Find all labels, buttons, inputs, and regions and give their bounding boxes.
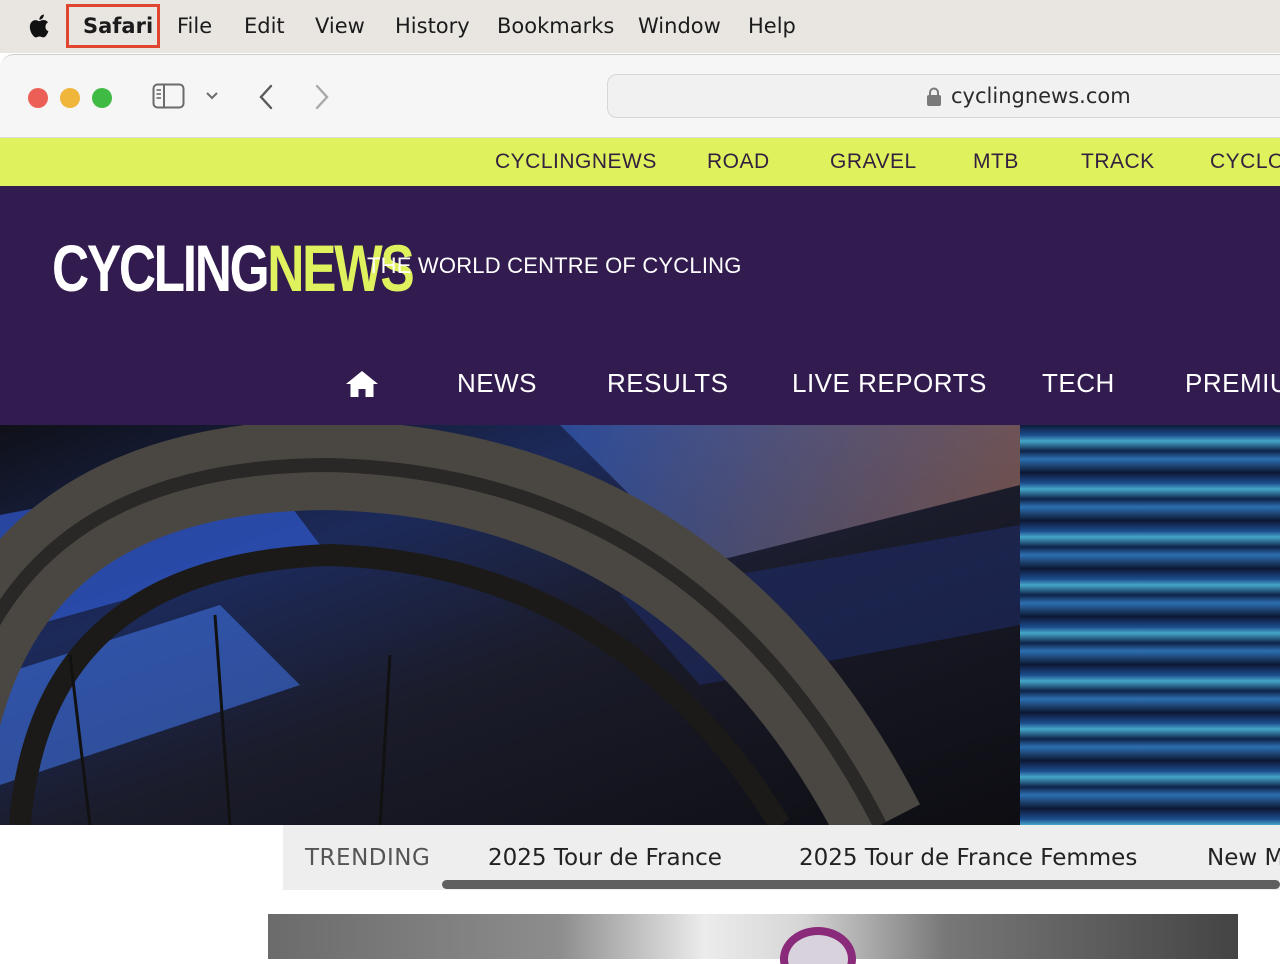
mainnav-live-reports[interactable]: LIVE REPORTS bbox=[792, 368, 987, 399]
mainnav-results[interactable]: RESULTS bbox=[607, 368, 729, 399]
menu-safari[interactable]: Safari bbox=[83, 0, 153, 53]
trending-link[interactable]: 2025 Tour de France bbox=[488, 845, 722, 871]
hero-ad-side-image[interactable] bbox=[1020, 425, 1280, 825]
topnav-track[interactable]: TRACK bbox=[1081, 138, 1155, 186]
mainnav-news[interactable]: NEWS bbox=[457, 368, 537, 399]
menu-bookmarks[interactable]: Bookmarks bbox=[497, 0, 614, 53]
browser-toolbar: cyclingnews.com bbox=[0, 54, 1280, 138]
address-bar[interactable]: cyclingnews.com bbox=[607, 74, 1280, 118]
menu-file[interactable]: File bbox=[177, 0, 212, 53]
hero-ad-image[interactable] bbox=[0, 425, 1020, 825]
close-window-button[interactable] bbox=[28, 88, 48, 108]
topnav-gravel[interactable]: GRAVEL bbox=[830, 138, 917, 186]
topnav-cyclingnews[interactable]: CYCLINGNEWS bbox=[495, 138, 657, 186]
trending-scrollbar[interactable] bbox=[442, 880, 1280, 889]
mainnav-premium[interactable]: PREMIU bbox=[1185, 368, 1280, 399]
chevron-down-icon[interactable] bbox=[205, 91, 219, 101]
site-tagline: THE WORLD CENTRE OF CYCLING bbox=[367, 253, 742, 278]
menu-history[interactable]: History bbox=[395, 0, 470, 53]
mainnav-tech[interactable]: TECH bbox=[1042, 368, 1115, 399]
logo-text-cycling: CYCLING bbox=[52, 231, 270, 305]
menu-view[interactable]: View bbox=[315, 0, 365, 53]
zoom-window-button[interactable] bbox=[92, 88, 112, 108]
hero-banner[interactable] bbox=[0, 425, 1280, 825]
menu-window[interactable]: Window bbox=[638, 0, 721, 53]
menu-help[interactable]: Help bbox=[748, 0, 796, 53]
sidebar-icon[interactable] bbox=[152, 83, 186, 109]
wheel-illustration bbox=[0, 425, 1020, 825]
topnav-cyclo[interactable]: CYCLO- bbox=[1210, 138, 1280, 186]
lock-icon bbox=[927, 87, 941, 106]
apple-logo-icon[interactable] bbox=[27, 12, 53, 40]
trending-link[interactable]: New M bbox=[1207, 845, 1280, 871]
home-icon[interactable] bbox=[345, 370, 379, 398]
site-top-nav: CYCLINGNEWS ROAD GRAVEL MTB TRACK CYCLO- bbox=[0, 138, 1280, 186]
site-header: CYCLINGNEWS THE WORLD CENTRE OF CYCLING … bbox=[0, 186, 1280, 425]
forward-icon[interactable] bbox=[312, 83, 332, 111]
site-logo[interactable]: CYCLINGNEWS bbox=[52, 230, 415, 306]
article-image[interactable] bbox=[268, 914, 1238, 964]
cyclist-helmet-image bbox=[780, 927, 856, 964]
trending-bar: TRENDING 2025 Tour de France 2025 Tour d… bbox=[283, 825, 1280, 890]
menu-edit[interactable]: Edit bbox=[244, 0, 285, 53]
minimize-window-button[interactable] bbox=[60, 88, 80, 108]
back-icon[interactable] bbox=[256, 83, 276, 111]
topnav-mtb[interactable]: MTB bbox=[973, 138, 1019, 186]
url-text: cyclingnews.com bbox=[951, 84, 1131, 108]
trending-label: TRENDING bbox=[305, 845, 431, 871]
menu-bar: Safari File Edit View History Bookmarks … bbox=[0, 0, 1280, 53]
topnav-road[interactable]: ROAD bbox=[707, 138, 770, 186]
trending-link[interactable]: 2025 Tour de France Femmes bbox=[799, 845, 1137, 871]
